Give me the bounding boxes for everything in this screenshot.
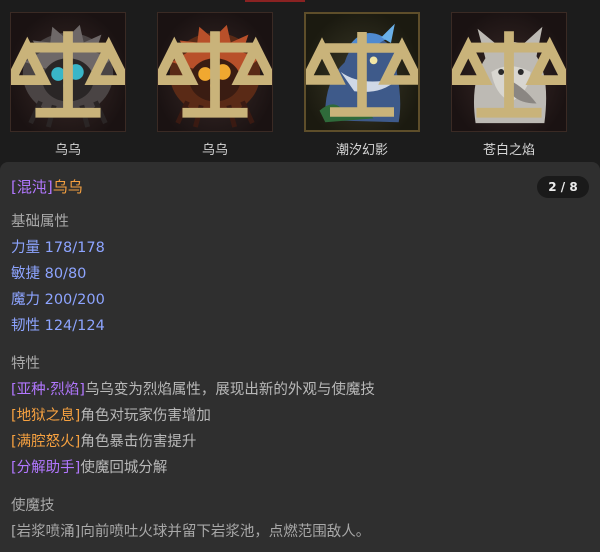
attributes-title: 基础属性 xyxy=(11,214,69,230)
pet-card-name: 乌乌 xyxy=(54,143,81,158)
pet-name: 乌乌 xyxy=(52,178,83,196)
traits-section: 特性 [亚种·烈焰]乌乌变为烈焰属性，展现出新的外观与使魔技 [地狱之息]角色对… xyxy=(11,351,375,481)
pet-portrait-4 xyxy=(451,12,567,132)
skill-section: 使魔技 [岩浆喷涌]向前喷吐火球并留下岩浆池，点燃范围敌人。 xyxy=(11,493,370,545)
trait-name: [分解助手] xyxy=(11,460,81,476)
pet-card-3[interactable]: 潮汐幻影 xyxy=(302,12,422,158)
pet-portrait-2 xyxy=(157,12,273,132)
trait-desc: 角色暴击伤害提升 xyxy=(80,434,197,450)
trait-item: [亚种·烈焰]乌乌变为烈焰属性，展现出新的外观与使魔技 xyxy=(11,377,375,403)
scale-icon xyxy=(11,31,125,118)
skill-title: 使魔技 xyxy=(11,498,55,514)
trait-name: [地狱之息] xyxy=(11,408,81,424)
trait-item: [满腔怒火]角色暴击伤害提升 xyxy=(11,429,375,455)
pet-card-1[interactable]: 乌乌 xyxy=(8,12,128,158)
trait-desc: 使魔回城分解 xyxy=(80,460,168,476)
pet-card-name: 潮汐幻影 xyxy=(335,143,388,158)
pet-portrait-3 xyxy=(304,12,420,132)
pet-card-2[interactable]: 乌乌 xyxy=(155,12,275,158)
pet-portrait-1 xyxy=(10,12,126,132)
stat-toughness: 韧性 124/124 xyxy=(11,318,105,334)
stat-strength: 力量 178/178 xyxy=(11,240,105,256)
stat-magic: 魔力 200/200 xyxy=(11,292,105,308)
scale-icon xyxy=(306,32,418,117)
pet-card-name: 苍白之焰 xyxy=(482,143,535,158)
skill-text: [岩浆喷涌]向前喷吐火球并留下岩浆池，点燃范围敌人。 xyxy=(11,524,371,540)
pager-badge[interactable]: 2 / 8 xyxy=(537,176,589,198)
trait-desc: 角色对玩家伤害增加 xyxy=(80,408,211,424)
trait-name: [亚种·烈焰] xyxy=(11,382,85,398)
pet-card-name: 乌乌 xyxy=(201,143,228,158)
traits-title: 特性 xyxy=(11,356,40,372)
trait-desc: 乌乌变为烈焰属性，展现出新的外观与使魔技 xyxy=(84,382,375,398)
stat-agility: 敏捷 80/80 xyxy=(11,266,87,282)
trait-item: [分解助手]使魔回城分解 xyxy=(11,455,375,481)
pet-title: [混沌]乌乌 xyxy=(11,176,83,197)
pet-detail-panel: [混沌]乌乌 2 / 8 基础属性 力量 178/178 敏捷 80/80 魔力… xyxy=(0,162,600,552)
scale-icon xyxy=(452,31,566,118)
pet-tag: [混沌] xyxy=(11,178,53,196)
scale-icon xyxy=(158,31,272,118)
trait-name: [满腔怒火] xyxy=(11,434,81,450)
pet-card-row: 乌乌 乌乌 潮汐幻影 苍白之焰 xyxy=(0,0,600,160)
pet-card-4[interactable]: 苍白之焰 xyxy=(449,12,569,158)
trait-item: [地狱之息]角色对玩家伤害增加 xyxy=(11,403,375,429)
attributes-section: 基础属性 力量 178/178 敏捷 80/80 魔力 200/200 韧性 1… xyxy=(11,209,105,339)
